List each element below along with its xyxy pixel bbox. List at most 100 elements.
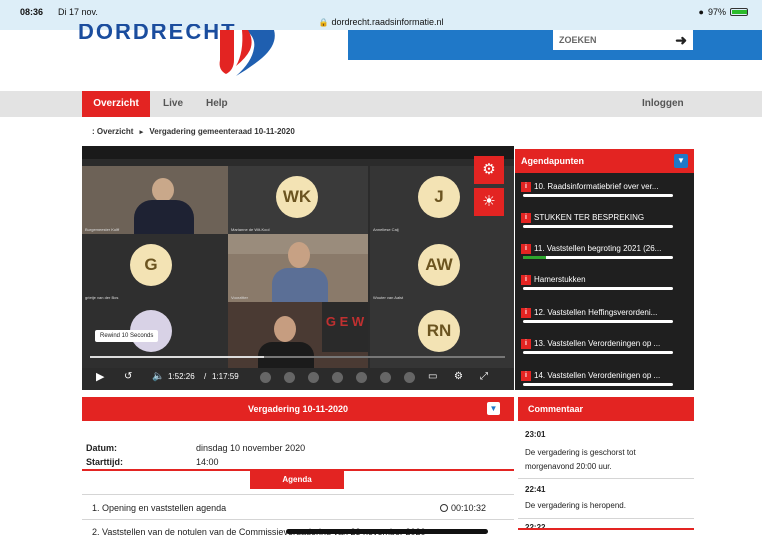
agenda-progress	[523, 287, 673, 290]
rewind-icon[interactable]: ↺	[124, 371, 132, 383]
reaction-icon[interactable]	[308, 372, 319, 383]
breadcrumb: : Overzicht ▸ Vergadering gemeenteraad 1…	[92, 127, 295, 136]
agenda-item[interactable]: i 14. Vaststellen Verordeningen op ...	[521, 367, 681, 386]
login-link[interactable]: Inloggen	[642, 91, 684, 117]
info-icon[interactable]: i	[521, 338, 531, 349]
fullscreen-icon[interactable]: ⤢	[480, 371, 488, 383]
video-progress[interactable]	[90, 356, 505, 358]
search-box: ➜	[553, 30, 693, 50]
agenda-progress	[523, 351, 673, 354]
dordrecht-logo-icon[interactable]	[212, 30, 282, 76]
info-icon[interactable]: i	[521, 243, 531, 254]
comment-text: De vergadering is heropend.	[525, 501, 626, 510]
nav-item-live[interactable]: Live	[163, 91, 183, 117]
comment-time: 23:01	[525, 430, 546, 439]
info-icon[interactable]: i	[521, 212, 531, 223]
info-icon[interactable]: i	[521, 370, 531, 381]
arrow-right-icon[interactable]: ➜	[675, 32, 687, 49]
reaction-icon[interactable]	[284, 372, 295, 383]
sun-icon[interactable]: ☀	[474, 188, 504, 216]
banner-overlay: G E W	[322, 302, 368, 352]
participant-tile-wk: WK Marianne de Wit-Kool	[228, 166, 368, 234]
nav-item-overzicht[interactable]: Overzicht	[82, 91, 150, 117]
reaction-icon[interactable]	[404, 372, 415, 383]
chairman-shirt	[272, 268, 328, 302]
agenda-item[interactable]: i 12. Vaststellen Heffingsverordeni...	[521, 304, 681, 323]
video-player[interactable]: Burgemeester Kolff WK Marianne de Wit-Ko…	[82, 146, 514, 390]
chairman-face	[288, 242, 310, 268]
agenda-row-title[interactable]: 1. Opening en vaststellen agenda	[92, 503, 226, 513]
agenda-item[interactable]: i STUKKEN TER BESPREKING	[521, 209, 681, 228]
comment-time: 22:41	[525, 485, 546, 494]
screen-icon[interactable]: ▭	[428, 371, 437, 383]
gear-icon[interactable]: ⚙	[474, 156, 504, 184]
agenda-panel-header: Agendapunten ▼	[515, 149, 694, 173]
chevron-down-icon[interactable]: ▼	[674, 154, 688, 168]
chevron-down-icon[interactable]: ▼	[487, 402, 500, 415]
video-progress-fill	[90, 356, 265, 358]
participant-tile-aw: AW Wouter van Aalst	[370, 234, 514, 302]
meeting-title-bar[interactable]: Vergadering 10-11-2020 ▼	[82, 397, 514, 421]
tile-label: Marianne de Wit-Kool	[231, 227, 270, 232]
agenda-progress	[523, 320, 673, 323]
video-top-strip	[82, 146, 514, 159]
tile-label: Wouter van Aalst	[373, 295, 404, 300]
speaker-suit	[134, 200, 194, 234]
info-icon[interactable]: i	[521, 181, 531, 192]
participant-tile-g: G grietje van der Bos	[82, 234, 228, 302]
clock-icon	[440, 504, 448, 512]
agenda-panel: Agendapunten ▼ i 10. Raadsinformatiebrief…	[515, 149, 694, 390]
battery-percent: 97%	[707, 7, 726, 17]
divider	[518, 478, 694, 479]
lock-icon: 🔒	[318, 18, 329, 27]
comments-header: Commentaar	[518, 397, 694, 421]
participant-avatar: RN	[418, 310, 460, 352]
agenda-item[interactable]: i 10. Raadsinformatiebrief over ver...	[521, 178, 681, 197]
agenda-progress	[523, 383, 673, 386]
tile-label: grietje van der Bos	[85, 295, 119, 300]
participant-tile-speaker-2: G E W	[228, 302, 368, 368]
status-indicators: ● 97%	[699, 7, 748, 17]
reaction-icon[interactable]	[356, 372, 367, 383]
meeting-title: Vergadering 10-11-2020	[247, 404, 349, 414]
participant-avatar: J	[418, 176, 460, 218]
start-label: Starttijd:	[86, 457, 123, 467]
speaker-face	[152, 178, 174, 202]
participant-avatar: AW	[418, 244, 460, 286]
agenda-progress	[523, 194, 673, 197]
tab-agenda[interactable]: Agenda	[250, 471, 344, 489]
tile-label: Burgemeester Kolff	[85, 227, 120, 232]
reaction-icon[interactable]	[332, 372, 343, 383]
clock-time: 08:36	[20, 7, 44, 17]
chevron-right-icon: ▸	[139, 129, 144, 136]
speaker-2-face	[274, 316, 296, 342]
participant-avatar: WK	[276, 176, 318, 218]
nav-item-help[interactable]: Help	[206, 91, 228, 117]
participant-tile-chairman: Voorzitter	[228, 234, 368, 302]
agenda-row-duration: 00:10:32	[440, 503, 486, 513]
video-controls: ▶ ↺ 🔈 1:52:26 / 1:17:59 ▭ ⚙ ⤢	[96, 371, 488, 383]
participant-tile-speaker: Burgemeester Kolff	[82, 166, 228, 234]
total-time: 1:17:59	[212, 372, 239, 381]
address-url: dordrecht.raadsinformatie.nl	[331, 17, 444, 27]
play-icon[interactable]: ▶	[96, 371, 104, 383]
info-icon[interactable]: i	[521, 274, 531, 285]
date-value: dinsdag 10 november 2020	[196, 443, 306, 453]
agenda-item[interactable]: i 13. Vaststellen Verordeningen op ...	[521, 335, 681, 354]
breadcrumb-marker: :	[92, 127, 95, 136]
section-divider	[518, 528, 694, 530]
agenda-item[interactable]: i Hamerstukken	[521, 271, 681, 290]
current-time: 1:52:26	[168, 372, 195, 381]
search-input[interactable]	[553, 30, 663, 50]
reaction-icon[interactable]	[380, 372, 391, 383]
rewind-tooltip: Rewind 10 Seconds	[95, 330, 159, 342]
agenda-item[interactable]: i 11. Vaststellen begroting 2021 (26...	[521, 240, 681, 259]
breadcrumb-overzicht[interactable]: Overzicht	[97, 127, 133, 136]
reaction-icon[interactable]	[260, 372, 271, 383]
comment-text: De vergadering is geschorst tot morgenav…	[525, 448, 636, 471]
participant-avatar: G	[130, 244, 172, 286]
volume-icon[interactable]: 🔈	[152, 371, 164, 383]
gear-icon[interactable]: ⚙	[454, 371, 463, 383]
info-icon[interactable]: i	[521, 307, 531, 318]
home-indicator	[286, 529, 488, 534]
